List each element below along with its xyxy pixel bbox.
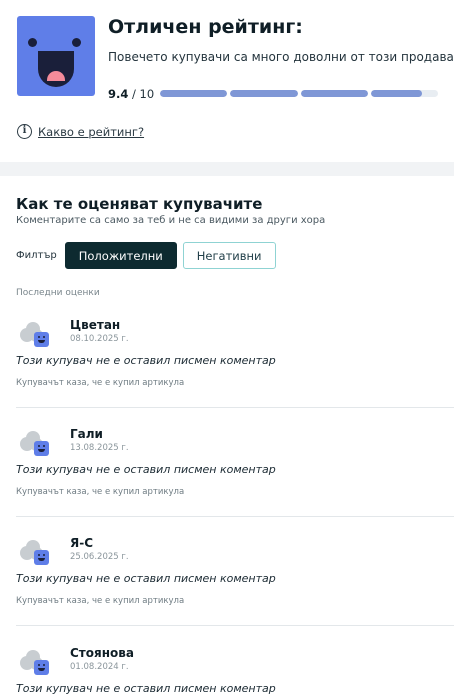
score-value: 9.4 xyxy=(108,87,129,101)
info-icon: i xyxy=(17,124,32,139)
rating-bar-segment xyxy=(300,90,368,97)
rating-bar-fill xyxy=(370,90,422,97)
review-purchase-note: Купувачът каза, че е купил артикула xyxy=(16,596,185,606)
review-purchase-note: Купувачът каза, че е купил артикула xyxy=(16,378,185,388)
what-is-rating-label: Какво е рейтинг? xyxy=(38,124,145,139)
review-comment: Този купувач не е оставил писмен комента… xyxy=(16,354,276,367)
face-mouth xyxy=(38,51,74,87)
review-date: 13.08.2025 г. xyxy=(70,443,129,453)
recent-ratings-label: Последни оценки xyxy=(16,288,100,298)
rating-bar-segment xyxy=(370,90,438,97)
face-right-eye xyxy=(72,38,81,47)
filter-row: Филтър Положителни Негативни xyxy=(16,242,276,269)
filter-label: Филтър xyxy=(16,250,57,261)
avatar xyxy=(18,646,52,680)
review-date: 08.10.2025 г. xyxy=(70,334,129,344)
rating-bar-fill xyxy=(160,90,228,97)
score-max: / 10 xyxy=(132,87,155,101)
review-separator xyxy=(16,625,454,626)
review-date: 01.08.2024 г. xyxy=(70,662,129,672)
rating-bar-fill xyxy=(300,90,368,97)
face-left-eye xyxy=(28,38,37,47)
reviewer-name: Стоянова xyxy=(70,646,134,660)
review-comment: Този купувач не е оставил писмен комента… xyxy=(16,682,276,695)
smiley-face-icon xyxy=(17,16,95,96)
rating-progress-bar xyxy=(160,90,438,97)
what-is-rating-link[interactable]: i Какво е рейтинг? xyxy=(17,124,144,139)
review-purchase-note: Купувачът каза, че е купил артикула xyxy=(16,487,185,497)
rating-title: Отличен рейтинг: xyxy=(108,16,303,38)
section-divider xyxy=(0,162,454,176)
avatar xyxy=(18,536,52,570)
rating-bar-segment xyxy=(230,90,298,97)
reviewer-name: Цветан xyxy=(70,318,121,332)
buyers-section-title: Как те оценяват купувачите xyxy=(16,195,263,213)
rating-bar-segment xyxy=(160,90,228,97)
rating-card: Отличен рейтинг: Повечето купувачи са мн… xyxy=(17,16,454,101)
review-comment: Този купувач не е оставил писмен комента… xyxy=(16,572,276,585)
buyers-section-subtitle: Коментарите са само за теб и не са видим… xyxy=(16,215,326,226)
reviewer-name: Гали xyxy=(70,427,103,441)
rating-bar-fill xyxy=(230,90,298,97)
review-separator xyxy=(16,516,454,517)
rating-score: 9.4 / 10 xyxy=(108,87,154,101)
reviewer-name: Я-С xyxy=(70,536,94,550)
review-separator xyxy=(16,407,454,408)
smiley-badge-icon xyxy=(34,550,49,565)
review-date: 25.06.2025 г. xyxy=(70,552,129,562)
smiley-badge-icon xyxy=(34,441,49,456)
filter-positive-button[interactable]: Положителни xyxy=(64,242,177,269)
filter-negative-button[interactable]: Негативни xyxy=(182,242,276,269)
smiley-badge-icon xyxy=(34,660,49,675)
smiley-badge-icon xyxy=(34,332,49,347)
review-comment: Този купувач не е оставил писмен комента… xyxy=(16,463,276,476)
avatar xyxy=(18,427,52,461)
avatar xyxy=(18,318,52,352)
rating-description: Повечето купувачи са много доволни от то… xyxy=(108,50,454,64)
